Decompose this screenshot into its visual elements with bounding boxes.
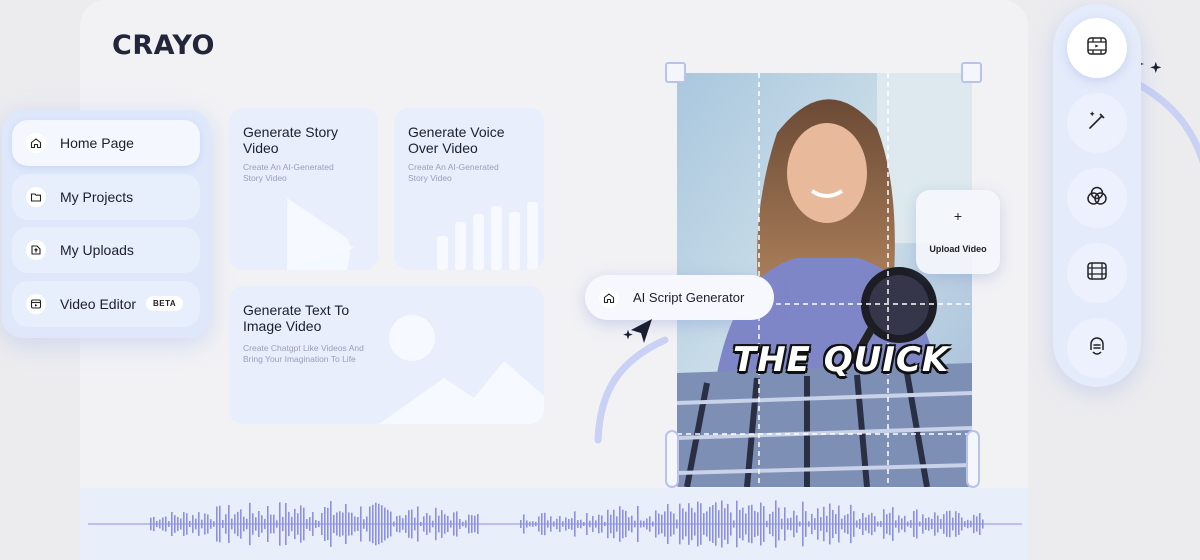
sidebar-item-label: Video Editor <box>60 295 137 312</box>
generate-voice-over-video-card[interactable]: Generate Voice Over Video Create An AI-G… <box>394 108 544 270</box>
film-frame-icon <box>1085 34 1109 63</box>
bars-icon <box>437 202 538 270</box>
upload-video-label: Upload Video <box>929 244 987 254</box>
microphone-tool-button[interactable] <box>1067 318 1127 378</box>
beta-badge: BETA <box>146 296 184 311</box>
ai-script-generator-button[interactable]: AI Script Generator <box>585 275 774 320</box>
color-tool-button[interactable] <box>1067 168 1127 228</box>
upload-video-button[interactable]: + Upload Video <box>916 190 1000 274</box>
sidebar-item-label: My Projects <box>60 188 134 205</box>
tool-rail <box>1053 4 1141 387</box>
film-strip-icon <box>1085 259 1109 288</box>
sidebar-item-label: My Uploads <box>60 242 134 258</box>
crop-handle-top-right[interactable] <box>961 62 982 83</box>
sidebar-item-home-page[interactable]: Home Page <box>12 120 200 166</box>
sidebar-item-label: Home Page <box>60 135 134 151</box>
generate-text-to-image-video-card[interactable]: Generate Text To Image Video Create Chat… <box>229 286 544 424</box>
audio-timeline[interactable] <box>80 488 1028 560</box>
sidebar-item-my-projects[interactable]: My Projects <box>12 173 200 220</box>
upload-icon <box>26 240 46 260</box>
cursor-icon <box>623 319 652 343</box>
color-circles-icon <box>1085 184 1109 213</box>
crayo-logo[interactable]: CRAYO <box>112 30 215 61</box>
play-icon <box>287 198 354 270</box>
sidebar-item-video-editor[interactable]: Video Editor BETA <box>12 280 200 327</box>
sidebar-item-my-uploads[interactable]: My Uploads <box>12 227 200 273</box>
crop-handle-right[interactable] <box>966 430 980 488</box>
audio-waveform <box>88 500 1022 548</box>
microphone-icon <box>1085 334 1109 363</box>
image-icon <box>379 315 544 424</box>
magic-wand-tool-button[interactable] <box>1067 93 1127 153</box>
magic-wand-icon <box>1085 109 1109 138</box>
crop-handle-left[interactable] <box>665 430 679 488</box>
home-icon <box>599 287 619 308</box>
plus-icon: + <box>953 208 963 224</box>
home-icon <box>26 133 46 153</box>
film-strip-tool-button[interactable] <box>1067 243 1127 303</box>
film-frame-tool-button[interactable] <box>1067 18 1127 78</box>
sidebar: Home Page My Projects My Uploads Video E… <box>2 110 210 338</box>
crop-handle-top-left[interactable] <box>665 62 686 83</box>
ai-script-generator-label: AI Script Generator <box>633 290 745 305</box>
video-editor-icon <box>26 293 46 314</box>
generate-story-video-card[interactable]: Generate Story Video Create An AI-Genera… <box>229 108 378 270</box>
folder-icon <box>26 186 46 207</box>
video-caption: THE QUICK <box>733 340 950 380</box>
